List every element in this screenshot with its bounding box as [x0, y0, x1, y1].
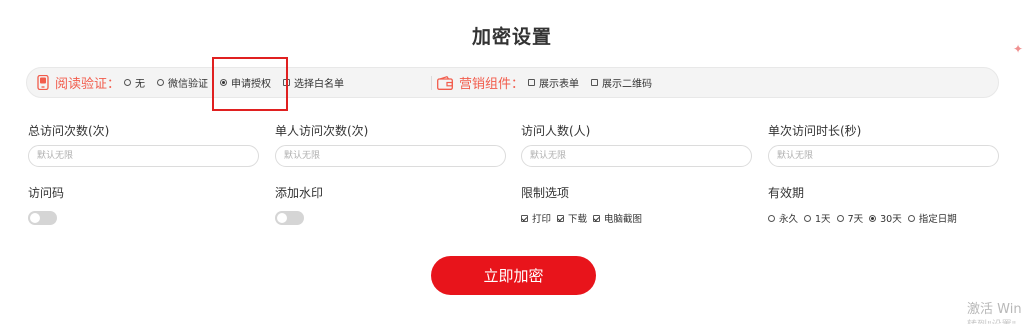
checkbox-checked-icon — [557, 214, 565, 222]
radio-icon — [907, 214, 915, 222]
validity-options: 永久 1天 7天 30天 指定日期 — [768, 211, 963, 225]
single-visits-input[interactable] — [275, 145, 506, 167]
marketing-group: 营销组件： 展示表单 展示二维码 — [437, 68, 664, 97]
option-label: 下载 — [568, 214, 588, 225]
checkbox-checked-icon — [593, 214, 601, 222]
show-qrcode-checkbox[interactable]: 展示二维码 — [591, 75, 652, 90]
radio-selected-icon — [869, 214, 877, 222]
restrictions-label: 限制选项 — [521, 186, 570, 200]
total-visits-label: 总访问次数(次) — [28, 124, 110, 138]
checkbox-icon — [591, 79, 599, 86]
visitors-label: 访问人数(人) — [521, 124, 591, 138]
radio-icon — [768, 214, 775, 222]
validity-forever-radio[interactable]: 永久 — [768, 211, 798, 225]
restrictions-options: 打印 下载 电脑截图 — [521, 211, 648, 225]
activation-watermark-sub: 转到"设置" — [967, 316, 1016, 324]
verify-option-wechat[interactable]: 微信验证 — [157, 75, 208, 90]
whitelist-checkbox[interactable]: 选择白名单 — [283, 75, 344, 90]
checkbox-icon — [528, 79, 536, 86]
marketing-label: 营销组件： — [459, 77, 525, 92]
radio-icon — [836, 214, 844, 222]
watermark-toggle[interactable] — [275, 211, 304, 225]
access-code-toggle[interactable] — [28, 211, 57, 225]
option-label: 7天 — [847, 214, 864, 225]
option-label: 选择白名单 — [294, 79, 345, 90]
restrict-screenshot-checkbox[interactable]: 电脑截图 — [593, 211, 642, 225]
option-label: 30天 — [880, 214, 902, 225]
option-label: 展示表单 — [539, 79, 580, 90]
validity-30days-radio[interactable]: 30天 — [869, 211, 902, 225]
duration-label: 单次访问时长(秒) — [768, 124, 862, 138]
verify-option-none[interactable]: 无 — [124, 75, 145, 90]
radio-icon — [157, 79, 165, 86]
option-label: 展示二维码 — [602, 79, 653, 90]
validity-7days-radio[interactable]: 7天 — [836, 211, 864, 225]
option-label: 电脑截图 — [604, 214, 643, 225]
access-code-label: 访问码 — [28, 186, 65, 200]
option-label: 微信验证 — [168, 79, 209, 90]
highlight-box — [212, 57, 288, 111]
option-label: 1天 — [815, 214, 831, 225]
total-visits-input[interactable] — [28, 145, 259, 167]
activation-watermark: 激活 Win — [967, 302, 1022, 317]
encrypt-now-button[interactable]: 立即加密 — [431, 256, 596, 295]
radio-icon — [804, 214, 812, 222]
option-label: 永久 — [779, 214, 799, 225]
duration-input[interactable] — [768, 145, 999, 167]
read-verify-label: 阅读验证： — [55, 77, 121, 92]
sparkle-icon: ✦ — [1013, 42, 1024, 56]
checkbox-checked-icon — [521, 214, 528, 222]
radio-icon — [124, 79, 132, 86]
validity-custom-date-radio[interactable]: 指定日期 — [907, 211, 957, 225]
show-form-checkbox[interactable]: 展示表单 — [528, 75, 579, 90]
watermark-label: 添加水印 — [275, 186, 324, 200]
restrict-print-checkbox[interactable]: 打印 — [521, 211, 551, 225]
restrict-download-checkbox[interactable]: 下载 — [557, 211, 587, 225]
option-label: 打印 — [532, 214, 552, 225]
read-verify-group: 阅读验证： 无 微信验证 申请授权 选择白名单 — [37, 68, 356, 97]
option-label: 指定日期 — [918, 214, 957, 225]
single-visits-label: 单人访问次数(次) — [275, 124, 369, 138]
bar-divider — [431, 76, 432, 90]
option-label: 无 — [135, 79, 146, 90]
validity-label: 有效期 — [768, 186, 805, 200]
wallet-icon — [437, 75, 453, 90]
phone-icon — [37, 75, 49, 90]
page-title: 加密设置 — [471, 26, 552, 48]
validity-1day-radio[interactable]: 1天 — [804, 211, 831, 225]
settings-bar: 阅读验证： 无 微信验证 申请授权 选择白名单 营销组件： 展示表单 展示二维码 — [26, 67, 999, 98]
visitors-input[interactable] — [521, 145, 752, 167]
